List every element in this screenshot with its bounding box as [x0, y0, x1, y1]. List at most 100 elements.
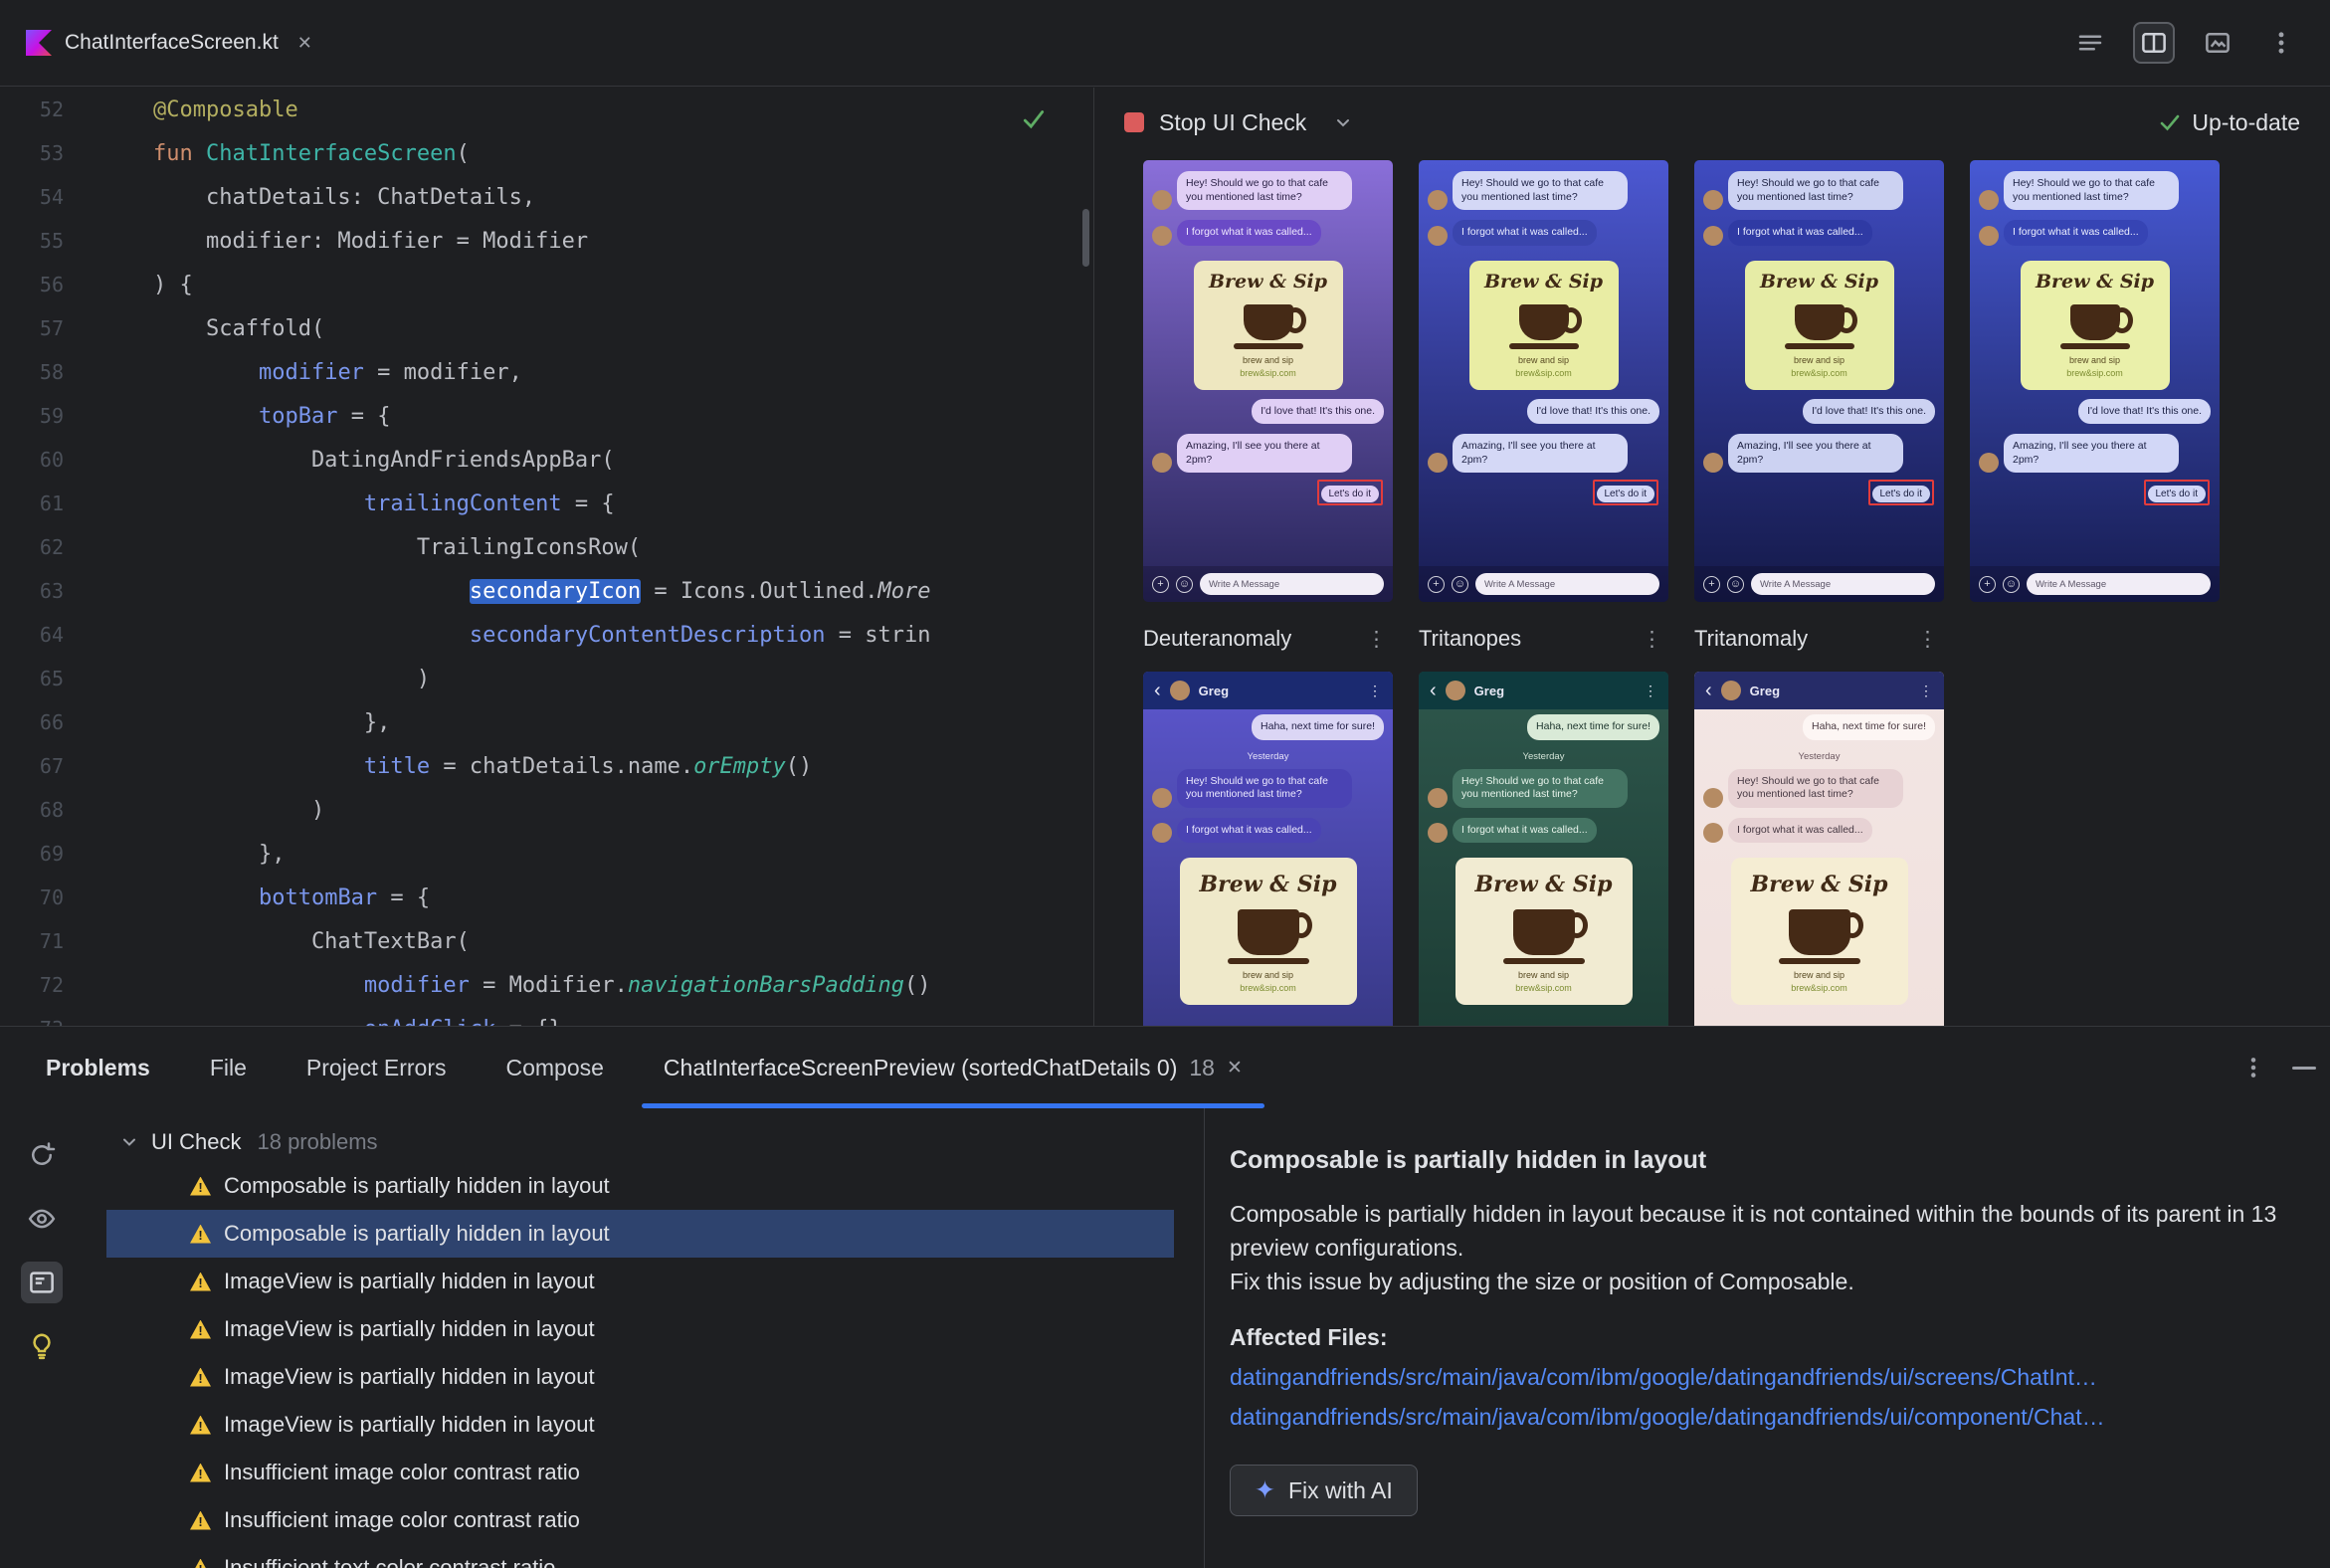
code-view-icon[interactable]: [2069, 22, 2111, 64]
message-input[interactable]: Write A Message: [1475, 573, 1659, 595]
fix-with-ai-button[interactable]: ✦ Fix with AI: [1230, 1465, 1418, 1516]
emoji-icon[interactable]: ☺: [1452, 575, 1468, 593]
back-icon[interactable]: ‹: [1154, 681, 1161, 700]
problem-item[interactable]: ! ImageView is partially hidden in layout: [106, 1258, 1174, 1305]
preview-phone[interactable]: ‹ Greg ⋮ Haha, next time for sure! Yesterday…: [1419, 672, 1668, 1026]
add-icon[interactable]: +: [1979, 575, 1996, 593]
problem-item[interactable]: ! Insufficient image color contrast ratio: [106, 1496, 1174, 1544]
more-options-icon[interactable]: [2260, 22, 2302, 64]
code-line[interactable]: 67 title = chatDetails.name.orEmpty(): [0, 744, 1092, 788]
preview-phone[interactable]: Hey! Should we go to that cafe you menti…: [1419, 160, 1668, 602]
message-input[interactable]: Write A Message: [1200, 573, 1384, 595]
message-input[interactable]: Write A Message: [1751, 573, 1935, 595]
tab-problems[interactable]: Problems: [16, 1027, 180, 1108]
refresh-icon[interactable]: [21, 1134, 63, 1176]
editor-tab[interactable]: ChatInterfaceScreen.kt ✕: [0, 0, 332, 86]
close-tab-icon[interactable]: ✕: [1227, 1057, 1243, 1079]
more-icon[interactable]: ⋮: [1360, 627, 1393, 652]
code-line[interactable]: 69 },: [0, 832, 1092, 876]
code-line[interactable]: 64 secondaryContentDescription = strin: [0, 613, 1092, 657]
inspections-ok-icon[interactable]: [1021, 105, 1047, 131]
more-options-icon[interactable]: [2240, 1055, 2266, 1080]
close-tab-icon[interactable]: ✕: [297, 33, 312, 54]
minimize-icon[interactable]: [2292, 1066, 2316, 1070]
problems-list: ! Composable is partially hidden in layou…: [84, 1162, 1204, 1568]
chat-bubble: I forgot what it was called...: [1177, 220, 1321, 246]
affected-file-link[interactable]: datingandfriends/src/main/java/com/ibm/g…: [1230, 1364, 2290, 1391]
affected-file-link[interactable]: datingandfriends/src/main/java/com/ibm/g…: [1230, 1404, 2290, 1431]
code-line[interactable]: 53 fun ChatInterfaceScreen(: [0, 131, 1092, 175]
more-icon[interactable]: ⋮: [1919, 683, 1933, 699]
more-icon[interactable]: ⋮: [1636, 627, 1668, 652]
emoji-icon[interactable]: ☺: [1727, 575, 1744, 593]
code-line[interactable]: 65 ): [0, 657, 1092, 700]
editor-scrollbar[interactable]: [1082, 209, 1089, 267]
chat-bubble: Hey! Should we go to that cafe you menti…: [1728, 171, 1903, 210]
add-icon[interactable]: +: [1703, 575, 1720, 593]
preview-canvas[interactable]: Hey! Should we go to that cafe you menti…: [1094, 157, 2330, 1026]
code-editor[interactable]: 52 @Composable 53 fun ChatInterfaceScreen(5…: [0, 88, 1092, 1026]
preview-eye-icon[interactable]: [21, 1198, 63, 1240]
problem-item[interactable]: ! Composable is partially hidden in layou…: [106, 1162, 1174, 1210]
code-line[interactable]: 63 secondaryIcon = Icons.Outlined.More: [0, 569, 1092, 613]
more-icon[interactable]: ⋮: [1368, 683, 1382, 699]
tab-chatinterfacescreenpreview-sortedchatdetails-0-[interactable]: ChatInterfaceScreenPreview (sortedChatDe…: [634, 1027, 1272, 1108]
problem-item[interactable]: ! ImageView is partially hidden in layout: [106, 1401, 1174, 1449]
tab-project-errors[interactable]: Project Errors: [277, 1027, 477, 1108]
code-line[interactable]: 68 ): [0, 788, 1092, 832]
back-icon[interactable]: ‹: [1430, 681, 1437, 700]
chat-appbar: ‹ Greg ⋮: [1419, 672, 1668, 709]
preview-phone[interactable]: ‹ Greg ⋮ Haha, next time for sure! Yesterday…: [1694, 672, 1944, 1026]
code-line[interactable]: 56) {: [0, 263, 1092, 306]
chat-bubble: Haha, next time for sure!: [1252, 714, 1384, 740]
lightbulb-icon[interactable]: [21, 1325, 63, 1367]
code-line[interactable]: 72 modifier = Modifier.navigationBarsPad…: [0, 963, 1092, 1007]
code-line[interactable]: 61 trailingContent = {: [0, 482, 1092, 525]
code-line[interactable]: 59 topBar = {: [0, 394, 1092, 438]
tab-file[interactable]: File: [180, 1027, 277, 1108]
tab-title: ChatInterfaceScreen.kt: [65, 31, 279, 54]
problem-item[interactable]: ! ImageView is partially hidden in layout: [106, 1305, 1174, 1353]
problem-item[interactable]: ! Insufficient text color contrast ratio: [106, 1544, 1174, 1568]
code-line[interactable]: 58 modifier = modifier,: [0, 350, 1092, 394]
add-icon[interactable]: +: [1428, 575, 1445, 593]
problem-item[interactable]: ! Insufficient image color contrast ratio: [106, 1449, 1174, 1496]
back-icon[interactable]: ‹: [1705, 681, 1712, 700]
code-line[interactable]: 57 Scaffold(: [0, 306, 1092, 350]
problem-item[interactable]: ! Composable is partially hidden in layou…: [106, 1210, 1174, 1258]
preview-phone[interactable]: Hey! Should we go to that cafe you menti…: [1143, 160, 1393, 602]
code-line[interactable]: 60 DatingAndFriendsAppBar(: [0, 438, 1092, 482]
code-line[interactable]: 52 @Composable: [0, 88, 1092, 131]
problem-item[interactable]: ! ImageView is partially hidden in layout: [106, 1353, 1174, 1401]
code-line[interactable]: 66 },: [0, 700, 1092, 744]
stop-icon[interactable]: [1124, 112, 1144, 132]
kotlin-file-icon: [26, 30, 52, 56]
stop-ui-check-label[interactable]: Stop UI Check: [1159, 109, 1306, 136]
avatar: [1428, 823, 1448, 843]
preview-phone[interactable]: ‹ Greg ⋮ Haha, next time for sure! Yesterday…: [1143, 672, 1393, 1026]
emoji-icon[interactable]: ☺: [2003, 575, 2020, 593]
code-line[interactable]: 71 ChatTextBar(: [0, 919, 1092, 963]
code-line[interactable]: 55 modifier: Modifier = Modifier: [0, 219, 1092, 263]
details-view-icon[interactable]: [21, 1262, 63, 1303]
brew-card-line: brew&sip.com: [2066, 367, 2123, 378]
design-view-icon[interactable]: [2197, 22, 2238, 64]
add-icon[interactable]: +: [1152, 575, 1169, 593]
more-icon[interactable]: ⋮: [1644, 683, 1657, 699]
code-line[interactable]: 54 chatDetails: ChatDetails,: [0, 175, 1092, 219]
tab-compose[interactable]: Compose: [476, 1027, 633, 1108]
split-view-icon[interactable]: [2133, 22, 2175, 64]
chevron-down-icon[interactable]: [1331, 110, 1355, 134]
brew-card-line: brew and sip: [1517, 354, 1570, 365]
code-line[interactable]: 70 bottomBar = {: [0, 876, 1092, 919]
tab-label: File: [209, 1054, 247, 1080]
problems-group[interactable]: UI Check 18 problems: [84, 1122, 1204, 1162]
chevron-down-icon[interactable]: [119, 1132, 139, 1152]
code-line[interactable]: 62 TrailingIconsRow(: [0, 525, 1092, 569]
emoji-icon[interactable]: ☺: [1176, 575, 1193, 593]
preview-phone[interactable]: Hey! Should we go to that cafe you menti…: [1694, 160, 1944, 602]
message-input[interactable]: Write A Message: [2027, 573, 2211, 595]
more-icon[interactable]: ⋮: [1911, 627, 1944, 652]
preview-phone[interactable]: Hey! Should we go to that cafe you menti…: [1970, 160, 2220, 602]
code-line[interactable]: 73 onAddClick = {}: [0, 1007, 1092, 1027]
